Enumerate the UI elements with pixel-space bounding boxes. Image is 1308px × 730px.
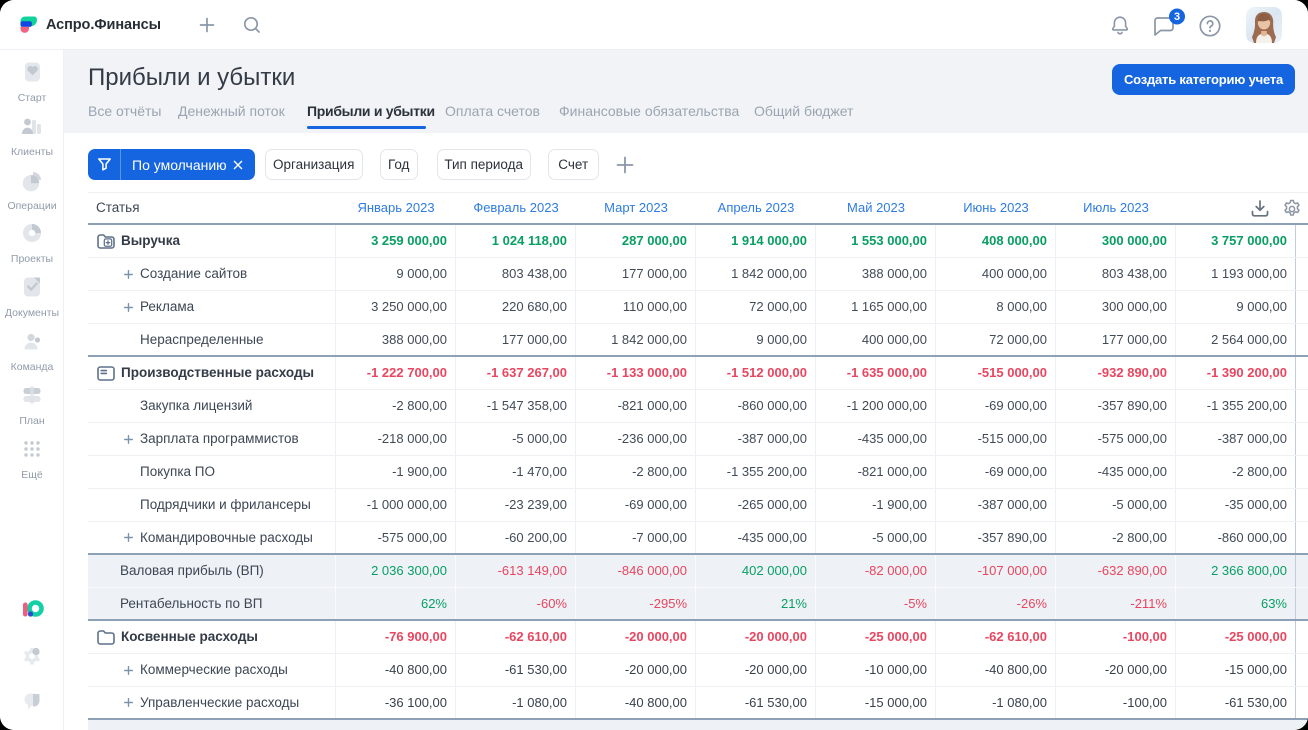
svg-text:3: 3: [1174, 11, 1180, 23]
